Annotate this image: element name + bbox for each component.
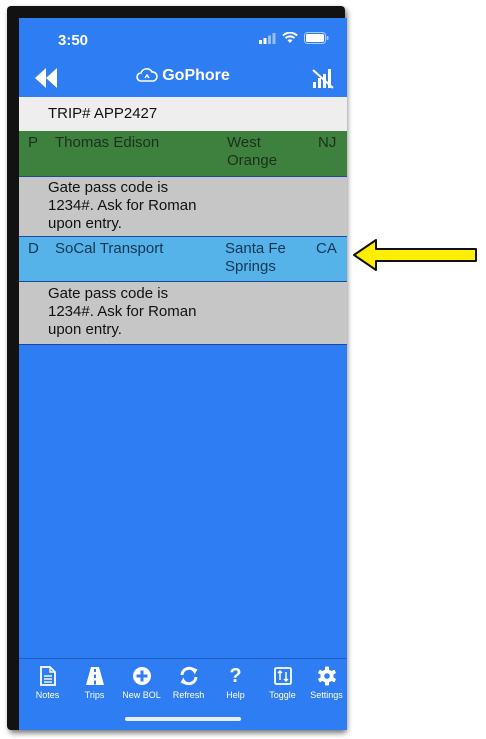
stop-state: CA bbox=[316, 240, 337, 257]
trip-header: TRIP# APP2427 bbox=[19, 97, 347, 131]
gear-icon bbox=[317, 666, 336, 686]
tab-toggle[interactable]: Toggle bbox=[259, 665, 306, 700]
stop-city-line2: Orange bbox=[227, 152, 278, 169]
note-line: 1234#. Ask for Roman bbox=[48, 197, 197, 214]
cellular-signal-icon bbox=[259, 32, 276, 44]
tab-settings[interactable]: Settings bbox=[303, 665, 347, 700]
stop-row-delivery[interactable]: D SoCal Transport Santa Fe Springs CA bbox=[19, 237, 347, 282]
tab-label: Notes bbox=[35, 690, 60, 700]
tab-label: New BOL bbox=[122, 690, 161, 700]
tab-label: Help bbox=[226, 690, 245, 700]
tab-label: Toggle bbox=[269, 690, 296, 700]
stop-name: SoCal Transport bbox=[55, 240, 164, 257]
stop-city: Santa Fe Springs bbox=[225, 240, 286, 276]
tab-new-bol[interactable]: New BOL bbox=[118, 665, 165, 700]
tab-notes[interactable]: Notes bbox=[24, 665, 71, 700]
tab-refresh[interactable]: Refresh bbox=[165, 665, 212, 700]
status-bar: 3:50 bbox=[19, 18, 347, 60]
stop-state: NJ bbox=[318, 134, 337, 151]
note-line: upon entry. bbox=[48, 215, 122, 232]
annotation-arrow-icon bbox=[353, 239, 477, 271]
stop-type: D bbox=[28, 240, 39, 257]
toggle-icon bbox=[273, 667, 292, 685]
tab-trips[interactable]: Trips bbox=[71, 665, 118, 700]
stop-city-line1: Santa Fe bbox=[225, 240, 286, 257]
road-icon bbox=[85, 667, 104, 685]
notes-icon bbox=[39, 666, 56, 686]
cloud-logo-icon bbox=[136, 68, 159, 82]
note-line: upon entry. bbox=[48, 321, 122, 338]
phone-frame: 3:50 GoPhore TRIP# APP2427 P Thomas Edis… bbox=[7, 6, 347, 730]
stop-row-pickup[interactable]: P Thomas Edison West Orange NJ bbox=[19, 131, 347, 177]
app-brand: GoPhore bbox=[19, 67, 347, 85]
nav-bar: GoPhore bbox=[19, 60, 347, 96]
question-icon: ? bbox=[229, 664, 242, 687]
app-screen: 3:50 GoPhore TRIP# APP2427 P Thomas Edis… bbox=[19, 18, 347, 730]
tab-label: Refresh bbox=[172, 690, 205, 700]
refresh-icon bbox=[180, 666, 197, 686]
stop-city-line1: West bbox=[227, 134, 261, 151]
tab-label: Settings bbox=[310, 690, 343, 700]
stop-note: Gate pass code is 1234#. Ask for Roman u… bbox=[19, 177, 347, 237]
status-icons bbox=[259, 32, 329, 44]
stop-note: Gate pass code is 1234#. Ask for Roman u… bbox=[19, 282, 347, 345]
stop-city: West Orange bbox=[227, 134, 277, 170]
wifi-icon bbox=[282, 32, 298, 43]
stop-type: P bbox=[28, 134, 39, 151]
battery-icon bbox=[304, 32, 329, 44]
tab-label: Trips bbox=[84, 690, 105, 700]
plus-circle-icon bbox=[132, 667, 151, 685]
stop-city-line2: Springs bbox=[225, 258, 276, 275]
note-line: 1234#. Ask for Roman bbox=[48, 303, 197, 320]
signal-button[interactable] bbox=[311, 66, 335, 90]
tab-help[interactable]: ? Help bbox=[212, 664, 259, 701]
app-title: GoPhore bbox=[162, 67, 230, 84]
note-line: Gate pass code is bbox=[48, 285, 169, 302]
no-signal-icon bbox=[312, 69, 334, 89]
stop-name: Thomas Edison bbox=[55, 134, 160, 151]
status-time: 3:50 bbox=[58, 32, 89, 49]
note-line: Gate pass code is bbox=[48, 179, 169, 196]
home-indicator[interactable] bbox=[125, 717, 241, 721]
